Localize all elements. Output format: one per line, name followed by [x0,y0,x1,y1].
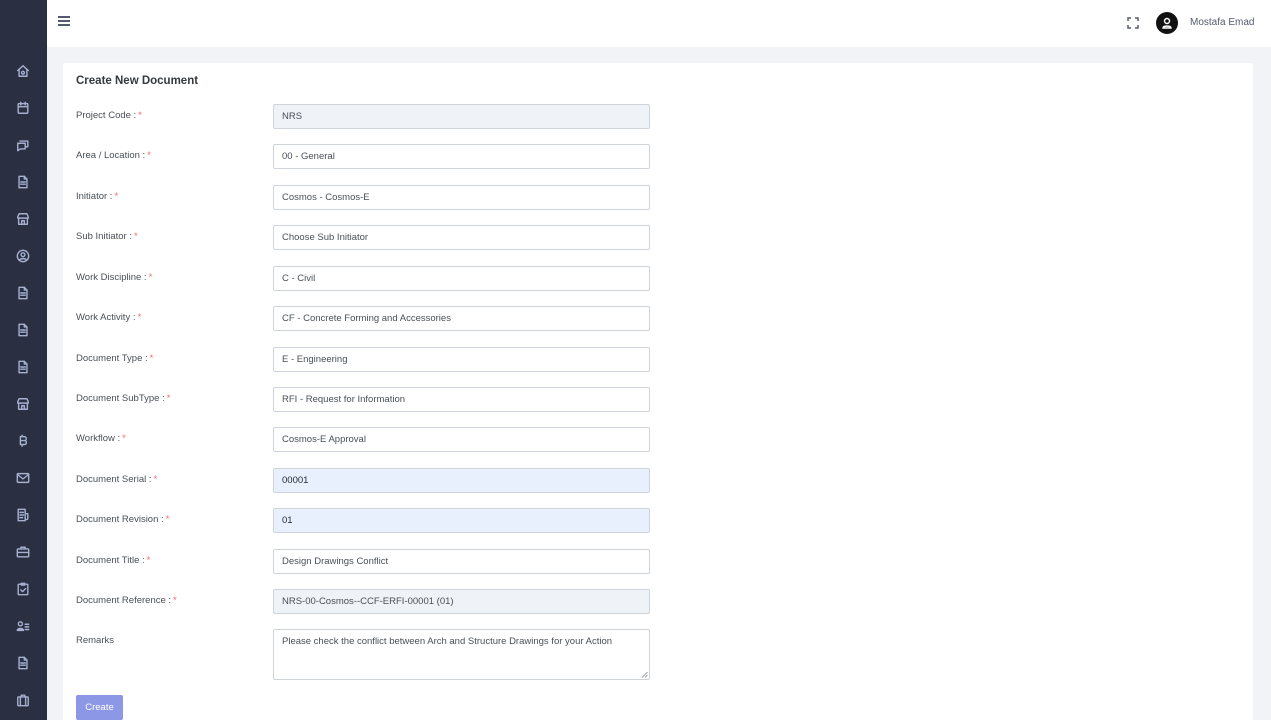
avatar[interactable] [1156,12,1178,34]
area-location-select[interactable]: 00 - General [273,144,650,169]
file-icon[interactable] [16,175,30,189]
file-icon[interactable] [16,360,30,374]
field-document-revision: Document Revision : * 01 [63,508,763,533]
field-remarks: Remarks Please check the conflict betwee… [63,629,763,680]
user-list-icon[interactable] [16,619,30,633]
required-marker: * [149,353,154,364]
required-marker: * [114,191,119,202]
field-workflow: Workflow : * Cosmos-E Approval [63,427,763,452]
menu-toggle-icon[interactable] [58,16,70,28]
field-work-discipline: Work Discipline : * C - Civil [63,266,763,291]
bitcoin-icon[interactable] [16,434,30,448]
document-title-input[interactable]: Design Drawings Conflict [273,549,650,574]
field-area-location: Area / Location : * 00 - General [63,144,763,169]
field-initiator: Initiator : * Cosmos - Cosmos-E [63,185,763,210]
field-document-subtype: Document SubType : * RFI - Request for In… [63,387,763,412]
remarks-text: Please check the conflict between Arch a… [282,636,613,647]
store-icon[interactable] [16,397,30,411]
work-activity-select[interactable]: CF - Concrete Forming and Accessories [273,306,650,331]
required-marker: * [153,474,158,485]
initiator-select[interactable]: Cosmos - Cosmos-E [273,185,650,210]
create-button[interactable]: Create [76,695,123,720]
required-marker: * [173,595,177,606]
file-icon[interactable] [16,656,30,670]
user-circle-icon[interactable] [16,249,30,263]
required-marker: * [122,433,126,444]
home-icon[interactable] [16,64,30,78]
fullscreen-icon[interactable] [1127,16,1139,29]
required-marker: * [138,110,142,121]
topbar: Mostafa Emad [47,0,1271,47]
suitcase-icon[interactable] [16,693,30,707]
field-label: Document Title : * [76,555,151,566]
document-type-select[interactable]: E - Engineering [273,347,650,372]
project-code-input[interactable]: NRS [273,104,650,129]
required-marker: * [165,514,170,525]
remarks-textarea[interactable]: Please check the conflict between Arch a… [273,629,650,680]
field-document-type: Document Type : * E - Engineering [63,347,763,372]
required-marker: * [147,150,151,161]
work-discipline-select[interactable]: C - Civil [273,266,650,291]
document-reference-input[interactable]: NRS-00-Cosmos--CCF-ERFI-00001 (01) [273,589,650,614]
field-label: Initiator : * [76,191,119,202]
field-document-serial: Document Serial : * 00001 [63,468,763,493]
chat-icon[interactable] [16,138,30,152]
field-label: Remarks [76,635,115,646]
create-document-form: Create New Document Project Code : * NRS … [63,63,1253,720]
receipt-icon[interactable] [16,508,30,522]
document-revision-input[interactable]: 01 [273,508,650,533]
user-name[interactable]: Mostafa Emad [1190,17,1254,28]
calendar-icon[interactable] [16,101,30,115]
required-marker: * [166,393,171,404]
required-marker: * [133,231,138,242]
store-icon[interactable] [16,212,30,226]
resize-grip-icon[interactable] [641,671,648,678]
briefcase-icon[interactable] [16,545,30,559]
field-label: Document Revision : * [76,514,170,525]
field-label: Document Reference : * [76,595,177,606]
file-icon[interactable] [16,286,30,300]
required-marker: * [137,312,142,323]
file-icon[interactable] [16,323,30,337]
sidebar [0,0,47,720]
field-document-title: Document Title : * Design Drawings Confli… [63,549,763,574]
form-title: Create New Document [76,75,199,87]
field-label: Work Activity : * [76,312,142,323]
document-subtype-select[interactable]: RFI - Request for Information [273,387,650,412]
field-project-code: Project Code : * NRS [63,104,763,129]
field-label: Document Type : * [76,353,154,364]
field-work-activity: Work Activity : * CF - Concrete Forming a… [63,306,763,331]
document-serial-input[interactable]: 00001 [273,468,650,493]
mail-icon[interactable] [16,471,30,485]
field-label: Document Serial : * [76,474,158,485]
field-label: Document SubType : * [76,393,171,404]
required-marker: * [146,555,151,566]
clipboard-check-icon[interactable] [16,582,30,596]
field-document-reference: Document Reference : * NRS-00-Cosmos--CCF… [63,589,763,614]
field-label: Workflow : * [76,433,126,444]
field-label: Project Code : * [76,110,142,121]
required-marker: * [148,272,153,283]
field-label: Area / Location : * [76,150,151,161]
field-label: Work Discipline : * [76,272,153,283]
field-sub-initiator: Sub Initiator : * Choose Sub Initiator [63,225,763,250]
field-label: Sub Initiator : * [76,231,138,242]
sub-initiator-select[interactable]: Choose Sub Initiator [273,225,650,250]
workflow-select[interactable]: Cosmos-E Approval [273,427,650,452]
